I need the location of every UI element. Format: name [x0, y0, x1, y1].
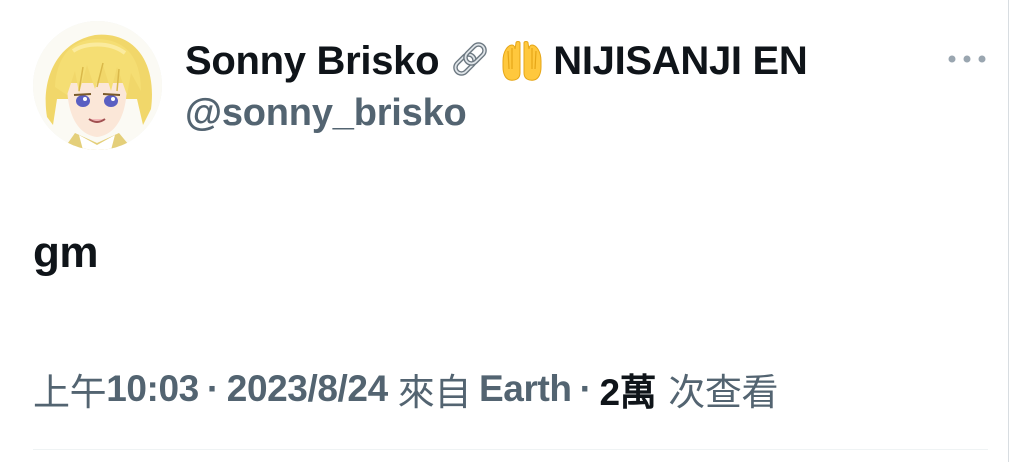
- user-handle[interactable]: @sonny_brisko: [185, 92, 467, 135]
- display-name[interactable]: Sonny Brisko: [185, 39, 440, 84]
- tweet-text: gm: [33, 228, 99, 277]
- affiliation-text[interactable]: NIJISANJI EN: [553, 39, 808, 84]
- views-label: 次查看: [668, 372, 779, 413]
- separator-dot-2: ·: [579, 368, 592, 409]
- time-prefix: 上午: [33, 372, 107, 413]
- scroll-edge: [1008, 0, 1009, 462]
- raising-hands-emoji: [499, 38, 545, 84]
- anime-avatar-icon: [33, 21, 162, 150]
- tweet-card: Sonny Brisko NIJISANJI EN @sonny_brisko: [0, 0, 1024, 462]
- tweet-metadata: 上午 10:03 · 2023/8/24 來自 Earth · 2萬 次查看: [33, 366, 778, 413]
- separator-dot: ·: [206, 368, 219, 409]
- display-name-row[interactable]: Sonny Brisko NIJISANJI EN: [185, 36, 808, 86]
- divider: [33, 449, 988, 450]
- link-icon: [447, 38, 493, 84]
- views-count: 2萬: [599, 372, 657, 413]
- avatar[interactable]: [33, 21, 162, 150]
- source-prefix: 來自: [397, 372, 472, 413]
- tweet-source[interactable]: Earth: [479, 368, 572, 410]
- more-horizontal-icon[interactable]: [942, 44, 992, 74]
- tweet-time[interactable]: 10:03: [106, 368, 199, 410]
- tweet-date[interactable]: 2023/8/24: [227, 368, 388, 410]
